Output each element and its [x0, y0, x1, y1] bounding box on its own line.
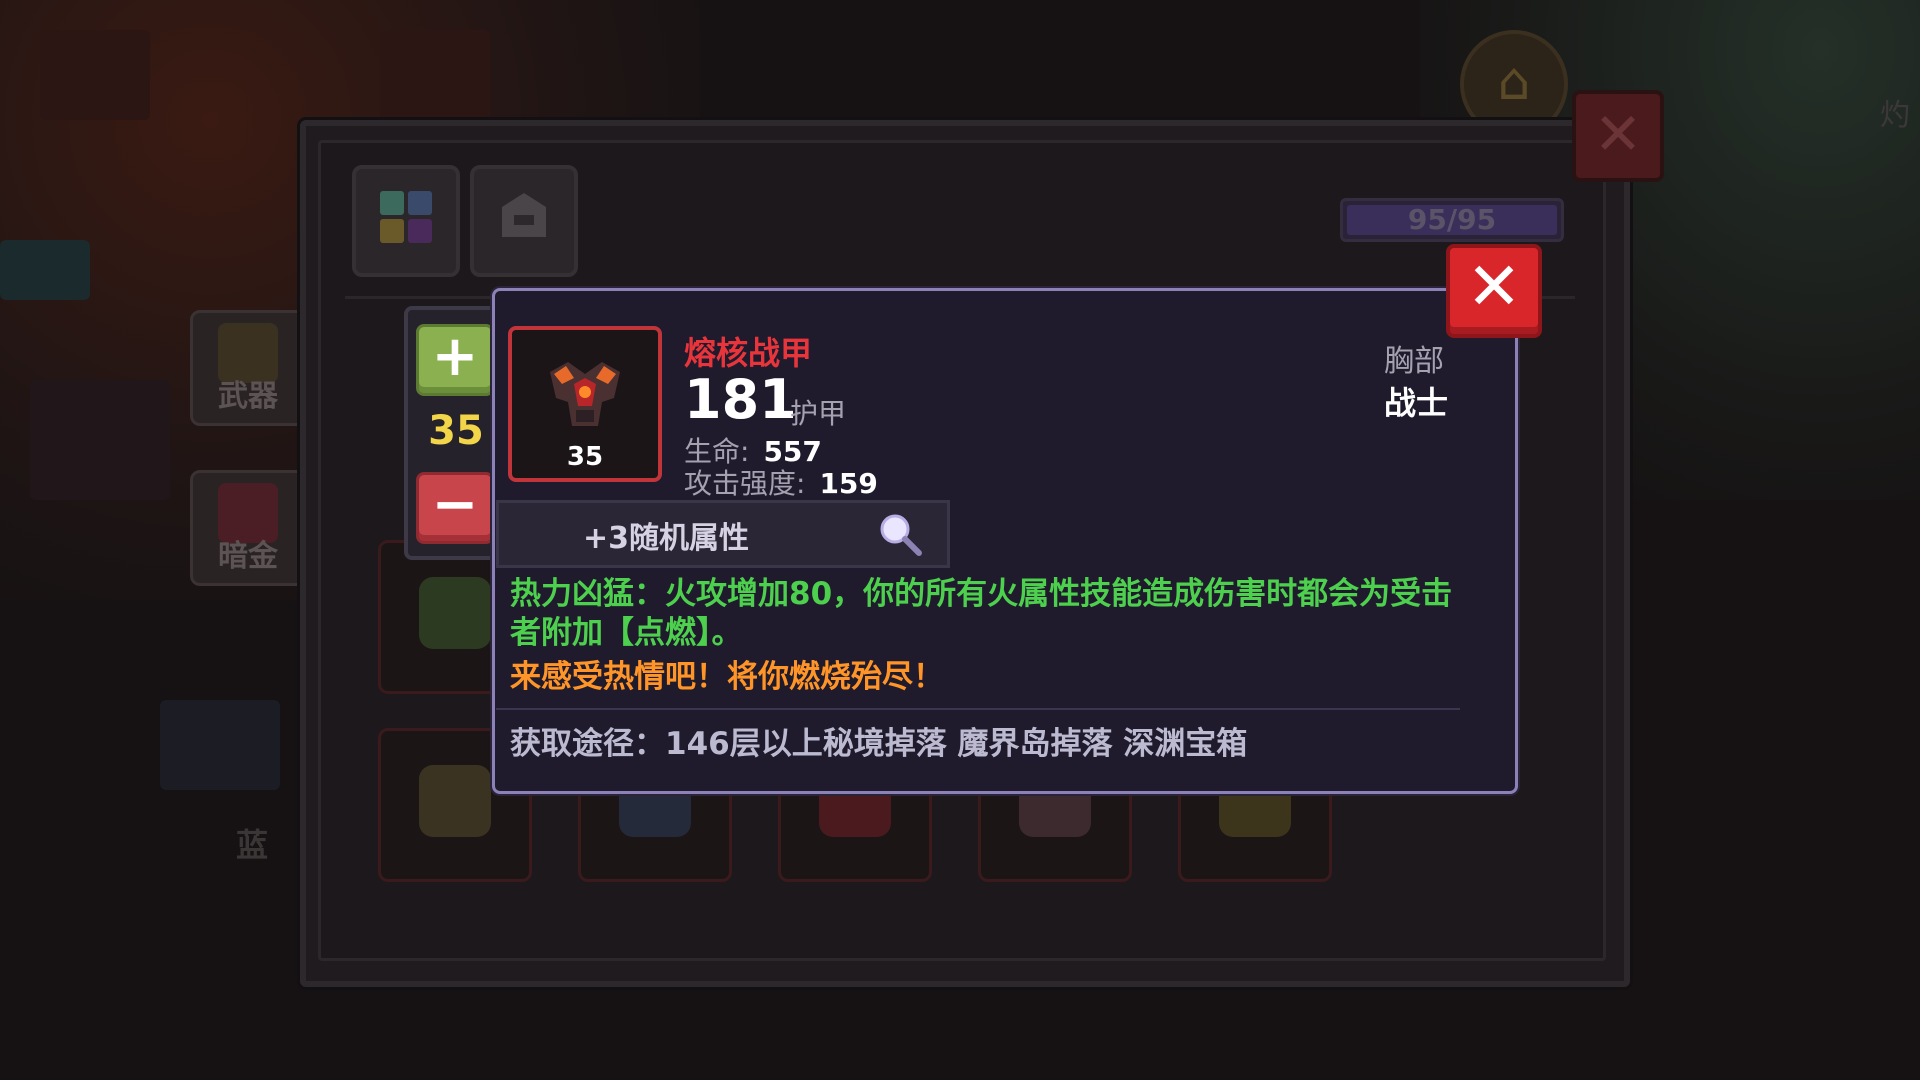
background-lantern — [40, 30, 150, 120]
item-effect-text: 热力凶猛：火攻增加80，你的所有火属性技能造成伤害时都会为受击者附加【点燃】。 — [510, 576, 1453, 651]
item-icon-frame: 35 — [508, 326, 662, 482]
background-label: 灼 — [1880, 98, 1910, 133]
equipment-class: 战士 — [1384, 384, 1449, 422]
grid-icon — [380, 191, 432, 243]
item-level: 35 — [566, 442, 604, 472]
background-creature — [160, 700, 280, 790]
side-tab-label: 暗金 — [218, 539, 278, 574]
stat-attack: 攻击强度: 159 — [684, 462, 878, 502]
item-icon — [419, 765, 491, 837]
armor-value: 181 — [684, 368, 797, 431]
side-tab-dark-gold[interactable]: 暗金 — [190, 470, 306, 586]
filter-armor-button[interactable] — [470, 165, 578, 277]
item-flavor-text: 来感受热情吧！将你燃烧殆尽！ — [510, 659, 944, 695]
capacity-text: 95/95 — [1407, 203, 1497, 236]
helmet-icon — [502, 193, 546, 237]
level-value: 35 — [428, 408, 484, 454]
filter-all-button[interactable] — [352, 165, 460, 277]
side-tab-weapon[interactable]: 武器 — [190, 310, 306, 426]
inventory-capacity-bar: 95/95 — [1340, 198, 1564, 242]
background-label: 蓝 — [236, 826, 269, 864]
random-attributes-bar[interactable]: +3随机属性 — [496, 500, 950, 568]
side-tab-label: 武器 — [218, 379, 278, 414]
equipment-slot-type: 胸部 — [1384, 344, 1444, 379]
inventory-close-button[interactable]: ✕ — [1572, 90, 1664, 182]
background-lantern — [380, 30, 490, 120]
increase-level-button[interactable]: + — [416, 324, 494, 396]
background-sign — [0, 240, 90, 300]
background-shelf — [30, 380, 170, 500]
stat-label: 攻击强度: — [684, 467, 806, 500]
item-icon — [419, 577, 491, 649]
chest-armor-icon — [550, 362, 620, 426]
tooltip-close-button[interactable]: ✕ — [1446, 244, 1542, 338]
magnify-icon[interactable] — [877, 511, 925, 559]
stat-value: 159 — [819, 467, 878, 500]
decrease-level-button[interactable]: − — [416, 472, 494, 544]
random-attributes-text: +3随机属性 — [583, 521, 750, 556]
card-divider — [496, 708, 1460, 710]
item-source-text: 获取途径：146层以上秘境掉落 魔界岛掉落 深渊宝箱 — [510, 726, 1248, 762]
armor-label: 护甲 — [790, 397, 847, 430]
